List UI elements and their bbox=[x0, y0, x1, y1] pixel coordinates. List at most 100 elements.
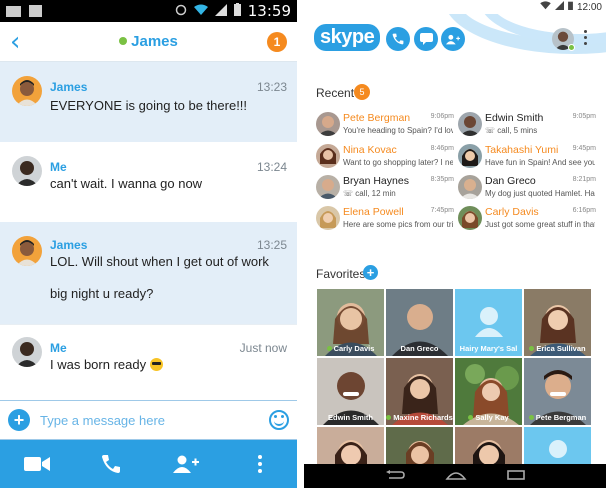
sunglasses-emoji-icon bbox=[149, 358, 163, 371]
avatar bbox=[316, 175, 340, 199]
home-screen: 12:00 skype Recent 5 Pete Bergman 9:06pm… bbox=[304, 0, 606, 488]
favorite-tile[interactable]: Erica Sullivan bbox=[524, 289, 591, 356]
avatar[interactable] bbox=[12, 76, 42, 106]
message-item: James 13:25 LOL. Will shout when I get o… bbox=[0, 222, 297, 324]
status-bar: 13:59 bbox=[0, 0, 297, 22]
favorite-tile[interactable]: Carly Davis bbox=[317, 289, 384, 356]
screen-divider bbox=[297, 0, 304, 488]
message-sender: James bbox=[50, 238, 88, 252]
favorite-name: Erica Sullivan bbox=[536, 344, 586, 353]
avatar bbox=[458, 144, 482, 168]
online-status-icon bbox=[119, 37, 128, 45]
message-text: can't wait. I wanna go now bbox=[50, 176, 203, 191]
message-text: EVERYONE is going to be there!!! bbox=[50, 98, 248, 113]
message-item: Me 13:24 can't wait. I wanna go now bbox=[0, 142, 297, 222]
favorite-tile[interactable]: Dan Greco bbox=[386, 289, 453, 356]
recent-item[interactable]: Carly Davis 6:16pm Just got some great s… bbox=[458, 206, 598, 234]
status-time: 12:00 bbox=[576, 1, 602, 13]
message-text: LOL. Will shout when I get out of work bbox=[50, 254, 269, 269]
recent-count-badge: 5 bbox=[354, 84, 370, 100]
add-contact-button[interactable] bbox=[441, 27, 465, 51]
recent-preview: call, 5 mins bbox=[497, 126, 538, 135]
recent-time: 9:45pm bbox=[572, 145, 596, 152]
home-nav-icon[interactable] bbox=[445, 467, 467, 485]
recent-item[interactable]: Nina Kovac 8:46pm Want to go shopping la… bbox=[316, 144, 456, 172]
recent-time: 8:46pm bbox=[430, 145, 454, 152]
message-text: big night u ready? bbox=[50, 286, 154, 301]
system-nav-bar bbox=[304, 464, 606, 488]
message-time: Just now bbox=[239, 341, 287, 355]
avatar bbox=[458, 112, 482, 136]
recent-name: Takahashi Yumi bbox=[485, 144, 559, 156]
favorite-name: Carly Davis bbox=[333, 344, 375, 353]
favorite-tile[interactable] bbox=[317, 427, 384, 464]
recent-name: Dan Greco bbox=[485, 175, 536, 187]
back-arrow-icon[interactable]: ‹ bbox=[10, 29, 20, 55]
favorite-name: Maxine Richards bbox=[393, 413, 453, 422]
recent-title: Recent bbox=[316, 86, 355, 100]
battery-icon bbox=[568, 1, 573, 13]
avatar bbox=[316, 144, 340, 168]
contact-title: James bbox=[0, 33, 297, 50]
call-button[interactable] bbox=[386, 27, 410, 51]
back-nav-icon[interactable] bbox=[385, 467, 405, 485]
avatar[interactable] bbox=[12, 236, 42, 266]
avatar bbox=[458, 175, 482, 199]
favorite-name-wrap: Erica Sullivan bbox=[524, 344, 591, 353]
avatar bbox=[316, 206, 340, 230]
add-favorite-button[interactable]: + bbox=[363, 265, 378, 280]
recent-item[interactable]: Pete Bergman 9:06pm You're heading to Sp… bbox=[316, 112, 456, 140]
recent-item[interactable]: Bryan Haynes 8:35pm ☏ call, 12 min bbox=[316, 175, 456, 203]
wifi-icon bbox=[193, 4, 208, 19]
recent-preview: call, 12 min bbox=[355, 189, 396, 198]
recent-item[interactable]: Edwin Smith 9:05pm ☏ call, 5 mins bbox=[458, 112, 598, 140]
emoticon-button[interactable] bbox=[269, 410, 289, 430]
favorite-tile[interactable]: Hairy Mary's Sal bbox=[455, 289, 522, 356]
recent-time: 7:45pm bbox=[430, 207, 454, 214]
phone-call-icon[interactable] bbox=[91, 444, 131, 484]
message-input[interactable] bbox=[40, 412, 269, 428]
online-status-icon bbox=[568, 44, 575, 51]
recent-item[interactable]: Elena Powell 7:45pm Here are some pics f… bbox=[316, 206, 456, 234]
overflow-menu-icon[interactable] bbox=[584, 30, 588, 48]
signal-icon bbox=[554, 1, 564, 13]
recent-item[interactable]: Takahashi Yumi 9:45pm Have fun in Spain!… bbox=[458, 144, 598, 172]
add-attachment-button[interactable]: + bbox=[8, 409, 30, 431]
recent-item[interactable]: Dan Greco 8:21pm My dog just quoted Haml… bbox=[458, 175, 598, 203]
favorite-tile[interactable]: Maxine Richards bbox=[386, 358, 453, 425]
chat-header: ‹ James 1 bbox=[0, 22, 297, 62]
video-call-icon[interactable] bbox=[17, 444, 57, 484]
favorite-name: Hairy Mary's Sal bbox=[459, 344, 518, 353]
unread-badge[interactable]: 1 bbox=[267, 32, 287, 52]
favorite-tile[interactable]: Sally Kay bbox=[455, 358, 522, 425]
favorite-name-wrap: Maxine Richards bbox=[386, 413, 453, 422]
status-time: 13:59 bbox=[247, 2, 291, 20]
gmail-icon bbox=[6, 5, 21, 17]
message-time: 13:25 bbox=[256, 238, 287, 252]
favorite-name: Edwin Smith bbox=[328, 413, 373, 422]
favorite-tile[interactable] bbox=[386, 427, 453, 464]
recents-nav-icon[interactable] bbox=[507, 467, 525, 485]
avatar[interactable] bbox=[12, 337, 42, 367]
favorite-tile[interactable]: Pete Bergman bbox=[524, 358, 591, 425]
app-header: skype bbox=[304, 14, 606, 64]
favorite-name: Dan Greco bbox=[400, 344, 439, 353]
battery-icon bbox=[233, 3, 241, 19]
status-bar: 12:00 bbox=[304, 0, 606, 14]
recent-name: Pete Bergman bbox=[343, 112, 411, 124]
overflow-menu-icon[interactable] bbox=[240, 444, 280, 484]
message-sender: Me bbox=[50, 160, 67, 174]
message-time: 13:23 bbox=[256, 80, 287, 94]
chat-button[interactable] bbox=[414, 27, 438, 51]
favorite-tile[interactable] bbox=[455, 427, 522, 464]
favorite-name: Pete Bergman bbox=[535, 413, 587, 422]
avatar[interactable] bbox=[12, 156, 42, 186]
recent-preview: Here are some pics from our trip bbox=[343, 220, 453, 229]
avatar bbox=[316, 112, 340, 136]
favorite-tile[interactable]: Edwin Smith bbox=[317, 358, 384, 425]
recent-name: Carly Davis bbox=[485, 206, 539, 218]
favorite-name-wrap: Carly Davis bbox=[317, 344, 384, 353]
recent-preview: My dog just quoted Hamlet. Haha. I bbox=[485, 189, 595, 198]
add-contact-icon[interactable] bbox=[166, 444, 206, 484]
favorite-tile[interactable] bbox=[524, 427, 591, 464]
